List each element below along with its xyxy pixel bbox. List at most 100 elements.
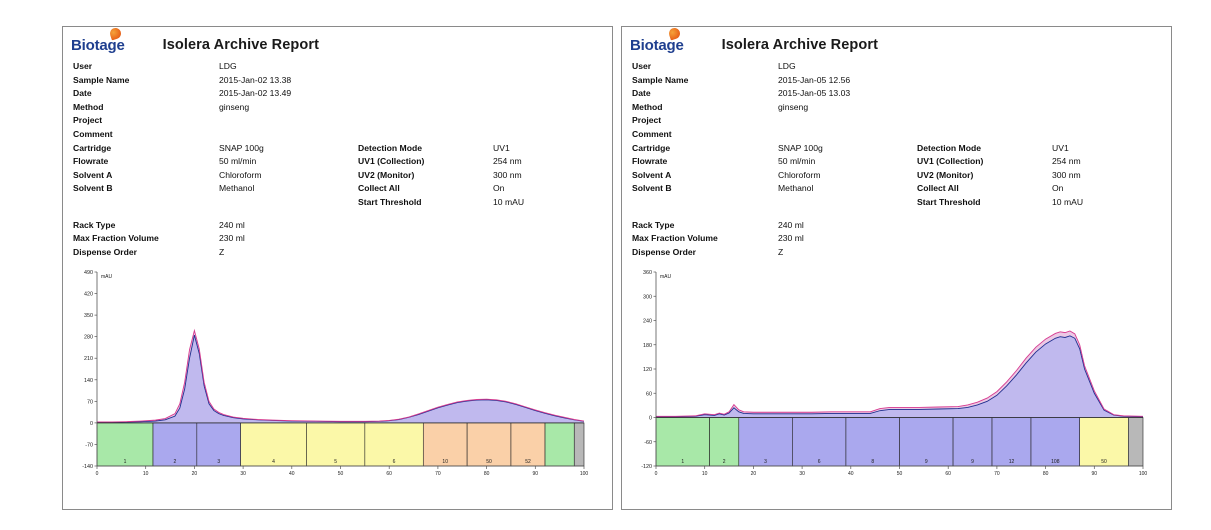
fraction-label: 4 bbox=[272, 459, 275, 465]
y-tick-label: -140 bbox=[82, 464, 93, 470]
metadata-value: LDG bbox=[219, 61, 237, 71]
y-tick-label: -60 bbox=[644, 440, 652, 446]
y-tick-label: 0 bbox=[90, 421, 93, 427]
report-canvas: Biotage Isolera Archive Report User LDG Samp… bbox=[0, 0, 1211, 530]
metadata-row: Max Fraction Volume 230 ml bbox=[73, 233, 612, 247]
x-tick-label: 50 bbox=[897, 471, 903, 477]
x-tick-label: 80 bbox=[1043, 471, 1049, 477]
fraction-label: 50 bbox=[486, 459, 492, 465]
y-axis-unit: mAU bbox=[101, 274, 113, 280]
archive-report-right: Biotage Isolera Archive Report User LDG Samp… bbox=[621, 26, 1172, 510]
chromatogram-chart: 1 2 3 4 5 6 10 50 52 490 420 350 280 210 140 70 0 -70 -140… bbox=[63, 264, 612, 496]
x-tick-label: 90 bbox=[1092, 471, 1098, 477]
chromatogram-chart: 1 2 3 6 8 9 9 12 108 50 360 300 240 180 120 60 0 -60 -120 m… bbox=[622, 264, 1171, 496]
metadata-key: Max Fraction Volume bbox=[73, 233, 159, 244]
metadata-value: 254 nm bbox=[493, 156, 522, 167]
metadata-row: User LDG bbox=[73, 61, 612, 75]
metadata-value: UV1 bbox=[1052, 142, 1069, 153]
x-tick-label: 70 bbox=[994, 471, 1000, 477]
metadata-key: Collect All bbox=[917, 183, 959, 194]
metadata-key: Sample Name bbox=[73, 74, 130, 85]
y-tick-label: 120 bbox=[643, 367, 652, 373]
metadata-value: Chloroform bbox=[778, 169, 821, 180]
x-tick-label: 50 bbox=[338, 471, 344, 477]
metadata-key: Method bbox=[632, 101, 663, 112]
metadata-key: Comment bbox=[632, 128, 672, 139]
metadata-row: Max Fraction Volume 230 ml bbox=[632, 233, 1171, 247]
fraction-label: 8 bbox=[871, 459, 874, 465]
x-tick-label: 60 bbox=[945, 471, 951, 477]
metadata-key: Date bbox=[632, 88, 651, 99]
fraction-band[interactable] bbox=[1128, 417, 1144, 467]
metadata-row: User LDG bbox=[632, 61, 1171, 75]
metadata-key: Date bbox=[73, 88, 92, 99]
trace-area bbox=[656, 336, 1143, 418]
trace-area bbox=[97, 335, 584, 424]
x-tick-label: 0 bbox=[655, 471, 658, 477]
metadata-key: Max Fraction Volume bbox=[632, 233, 718, 244]
metadata-value: ginseng bbox=[219, 101, 250, 112]
leaf-icon bbox=[108, 26, 123, 40]
metadata-row: Flowrate 50 ml/min UV1 (Collection) 254 nm bbox=[632, 156, 1171, 170]
metadata-value: Methanol bbox=[778, 183, 814, 194]
metadata-row: Solvent B Methanol Collect All On bbox=[73, 183, 612, 197]
x-tick-label: 70 bbox=[435, 471, 441, 477]
metadata-row: Cartridge SNAP 100g Detection Mode UV1 bbox=[73, 143, 612, 157]
metadata-key: Rack Type bbox=[632, 219, 675, 230]
metadata-key: Collect All bbox=[358, 183, 400, 194]
x-tick-label: 10 bbox=[143, 471, 149, 477]
metadata-block: User LDG Sample Name 2015-Jan-05 12.56 Date 2… bbox=[622, 57, 1171, 260]
x-tick-label: 30 bbox=[240, 471, 246, 477]
y-tick-label: 350 bbox=[84, 313, 93, 319]
metadata-row: Method ginseng bbox=[632, 102, 1171, 116]
metadata-key: Start Threshold bbox=[358, 196, 422, 207]
chromatogram-svg: 1 2 3 6 8 9 9 12 108 50360300240180120600-60-120m… bbox=[641, 270, 1147, 477]
metadata-value: SNAP 100g bbox=[219, 142, 264, 153]
x-tick-label: 90 bbox=[533, 471, 539, 477]
metadata-key: UV1 (Collection) bbox=[358, 156, 425, 167]
metadata-key: Sample Name bbox=[632, 74, 689, 85]
y-tick-label: 490 bbox=[84, 270, 93, 276]
metadata-key: Dispense Order bbox=[632, 246, 696, 257]
metadata-row: Sample Name 2015-Jan-02 13.38 bbox=[73, 75, 612, 89]
metadata-key: Detection Mode bbox=[358, 142, 422, 153]
y-tick-label: 180 bbox=[643, 343, 652, 349]
metadata-row: Dispense Order Z bbox=[73, 247, 612, 261]
metadata-key: Start Threshold bbox=[917, 196, 981, 207]
metadata-row: Rack Type 240 ml bbox=[632, 220, 1171, 234]
metadata-key: Solvent A bbox=[73, 169, 113, 180]
metadata-value: 240 ml bbox=[219, 219, 245, 230]
fraction-label: 1 bbox=[124, 459, 127, 465]
y-tick-label: 70 bbox=[87, 400, 93, 406]
x-tick-label: 20 bbox=[751, 471, 757, 477]
metadata-key: Project bbox=[632, 115, 662, 126]
fraction-label: 6 bbox=[393, 459, 396, 465]
metadata-row: Sample Name 2015-Jan-05 12.56 bbox=[632, 75, 1171, 89]
metadata-key: User bbox=[632, 61, 652, 71]
metadata-row: Date 2015-Jan-02 13.49 bbox=[73, 88, 612, 102]
metadata-value: 2015-Jan-05 12.56 bbox=[778, 74, 851, 85]
y-tick-label: 60 bbox=[646, 392, 652, 398]
metadata-row: Rack Type 240 ml bbox=[73, 220, 612, 234]
fraction-label: 2 bbox=[723, 459, 726, 465]
metadata-key: User bbox=[73, 61, 93, 71]
metadata-row: Comment bbox=[73, 129, 612, 143]
metadata-row: Solvent A Chloroform UV2 (Monitor) 300 nm bbox=[632, 170, 1171, 184]
metadata-key: Flowrate bbox=[73, 156, 109, 167]
metadata-key: UV2 (Monitor) bbox=[917, 169, 974, 180]
metadata-value: 2015-Jan-02 13.38 bbox=[219, 74, 292, 85]
metadata-row: Solvent A Chloroform UV2 (Monitor) 300 nm bbox=[73, 170, 612, 184]
metadata-key: Rack Type bbox=[73, 219, 116, 230]
y-tick-label: 0 bbox=[649, 416, 652, 422]
metadata-value: LDG bbox=[778, 61, 796, 71]
metadata-row: Dispense Order Z bbox=[632, 247, 1171, 261]
metadata-value: 230 ml bbox=[219, 233, 245, 244]
metadata-value: 2015-Jan-05 13.03 bbox=[778, 88, 851, 99]
metadata-value: 2015-Jan-02 13.49 bbox=[219, 88, 292, 99]
fraction-band[interactable] bbox=[544, 422, 575, 467]
fraction-label: 50 bbox=[1101, 459, 1107, 465]
y-tick-label: 360 bbox=[643, 270, 652, 276]
metadata-value: Methanol bbox=[219, 183, 255, 194]
fraction-band[interactable] bbox=[573, 422, 585, 467]
metadata-key: Cartridge bbox=[73, 142, 112, 153]
